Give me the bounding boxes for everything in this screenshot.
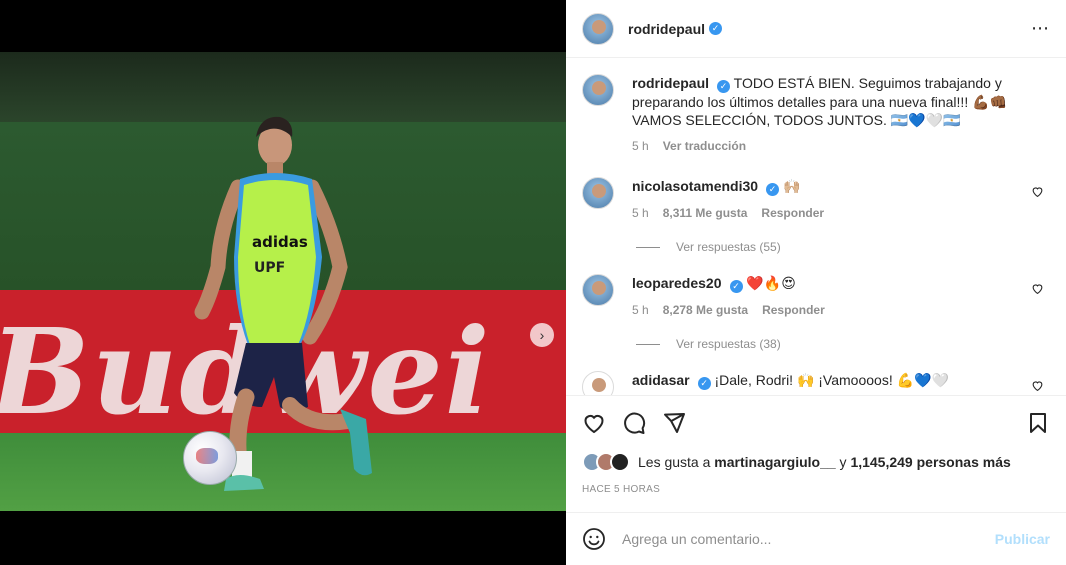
comment-like-heart-icon[interactable]: [1031, 379, 1044, 392]
comments-list[interactable]: rodridepaul ✓ TODO ESTÁ BIEN. Seguimos tr…: [566, 58, 1066, 395]
author-avatar[interactable]: [582, 12, 614, 45]
comment-avatar[interactable]: [582, 274, 614, 306]
caption: rodridepaul ✓ TODO ESTÁ BIEN. Seguimos tr…: [582, 74, 1050, 155]
next-slide-button[interactable]: ›: [530, 323, 554, 347]
comment-likes[interactable]: 8,311 Me gusta: [663, 204, 748, 222]
comment-meta: 5 h 8,311 Me gusta Responder: [632, 204, 1050, 222]
liked-by-row: Les gusta a martinagargiulo__ y 1,145,24…: [582, 452, 1050, 472]
comment-text: 🙌🏼: [782, 178, 801, 194]
comment-username[interactable]: leoparedes20: [632, 275, 722, 291]
liked-by-user[interactable]: martinagargiulo__: [714, 454, 835, 470]
view-replies-label: Ver respuestas (38): [676, 337, 781, 351]
instagram-post-view: Budwei adidas UPF: [0, 0, 1066, 565]
comment-meta: 5 h 8,278 Me gusta Responder: [632, 301, 1050, 319]
liked-by-join: y: [839, 454, 847, 470]
comment-input[interactable]: [622, 531, 995, 547]
translate-link[interactable]: Ver traducción: [663, 137, 746, 155]
share-send-icon[interactable]: [662, 411, 686, 435]
liker-avatar[interactable]: [610, 452, 630, 472]
more-options-icon[interactable]: ⋯: [1031, 18, 1050, 39]
replies-divider: [636, 246, 660, 248]
replies-divider: [636, 343, 660, 345]
view-replies-label: Ver respuestas (55): [676, 240, 781, 254]
bookmark-save-icon[interactable]: [1026, 411, 1050, 435]
view-replies[interactable]: Ver respuestas (55): [636, 240, 1050, 254]
comment-likes[interactable]: 8,278 Me gusta: [663, 301, 748, 319]
emoji-icon[interactable]: [582, 527, 606, 551]
svg-text:adidas: adidas: [252, 233, 308, 251]
soccer-ball: [183, 431, 237, 485]
comment-bubble-icon[interactable]: [622, 411, 646, 435]
author-username[interactable]: rodridepaul: [628, 21, 705, 37]
media-pane: Budwei adidas UPF: [0, 0, 566, 565]
chevron-right-icon: ›: [539, 327, 545, 343]
post-timestamp[interactable]: HACE 5 HORAS: [582, 484, 1050, 495]
comment-like-heart-icon[interactable]: [1031, 282, 1044, 295]
post-header: rodridepaul ✓ ⋯: [566, 0, 1066, 58]
comment-body: leoparedes20 ✓ ❤️🔥😍 5 h 8,278 Me gusta Re…: [632, 274, 1050, 319]
comment-body: adidasar ✓ ¡Dale, Rodri! 🙌 ¡Vamoooos! 💪💙🤍: [632, 371, 1050, 395]
comment-time[interactable]: 5 h: [632, 301, 649, 319]
caption-body: rodridepaul ✓ TODO ESTÁ BIEN. Seguimos tr…: [632, 74, 1050, 155]
post-comment-button[interactable]: Publicar: [995, 531, 1050, 547]
comment-avatar[interactable]: [582, 177, 614, 209]
view-replies[interactable]: Ver respuestas (38): [636, 337, 1050, 351]
comment-username[interactable]: nicolasotamendi30: [632, 178, 758, 194]
comment-item: leoparedes20 ✓ ❤️🔥😍 5 h 8,278 Me gusta Re…: [582, 274, 1050, 319]
verified-badge-icon: ✓: [729, 280, 743, 293]
comment-avatar[interactable]: [582, 371, 614, 395]
post-photo[interactable]: Budwei adidas UPF: [0, 52, 566, 511]
comment-item: adidasar ✓ ¡Dale, Rodri! 🙌 ¡Vamoooos! 💪💙🤍: [582, 371, 1050, 395]
comment-item: nicolasotamendi30 ✓ 🙌🏼 5 h 8,311 Me gusta…: [582, 177, 1050, 222]
verified-badge-icon: ✓: [766, 183, 780, 196]
caption-meta: 5 h Ver traducción: [632, 137, 1050, 155]
action-icons: [582, 408, 1050, 438]
verified-badge-icon: ✓: [717, 80, 731, 93]
comment-composer: Publicar: [566, 512, 1066, 565]
reply-button[interactable]: Responder: [761, 204, 824, 222]
caption-time[interactable]: 5 h: [632, 137, 649, 155]
post-actions: Les gusta a martinagargiulo__ y 1,145,24…: [566, 395, 1066, 495]
reply-button[interactable]: Responder: [762, 301, 825, 319]
svg-text:UPF: UPF: [254, 260, 285, 276]
caption-username[interactable]: rodridepaul: [632, 75, 709, 91]
verified-badge-icon: ✓: [697, 377, 711, 390]
liked-by-prefix: Les gusta a: [638, 454, 711, 470]
comment-like-heart-icon[interactable]: [1031, 185, 1044, 198]
caption-avatar[interactable]: [582, 74, 614, 106]
comment-time[interactable]: 5 h: [632, 204, 649, 222]
comment-body: nicolasotamendi30 ✓ 🙌🏼 5 h 8,311 Me gusta…: [632, 177, 1050, 222]
verified-badge-icon: ✓: [709, 22, 723, 35]
comment-username[interactable]: adidasar: [632, 372, 690, 388]
liked-by-count[interactable]: 1,145,249 personas más: [850, 454, 1010, 470]
liked-by-text: Les gusta a martinagargiulo__ y 1,145,24…: [638, 454, 1011, 470]
post-side-panel: rodridepaul ✓ ⋯ rodridepaul ✓ TODO ESTÁ B…: [566, 0, 1066, 565]
comment-text: ¡Dale, Rodri! 🙌 ¡Vamoooos! 💪💙🤍: [714, 372, 949, 388]
like-heart-icon[interactable]: [582, 411, 606, 435]
comment-text: ❤️🔥😍: [746, 275, 796, 291]
